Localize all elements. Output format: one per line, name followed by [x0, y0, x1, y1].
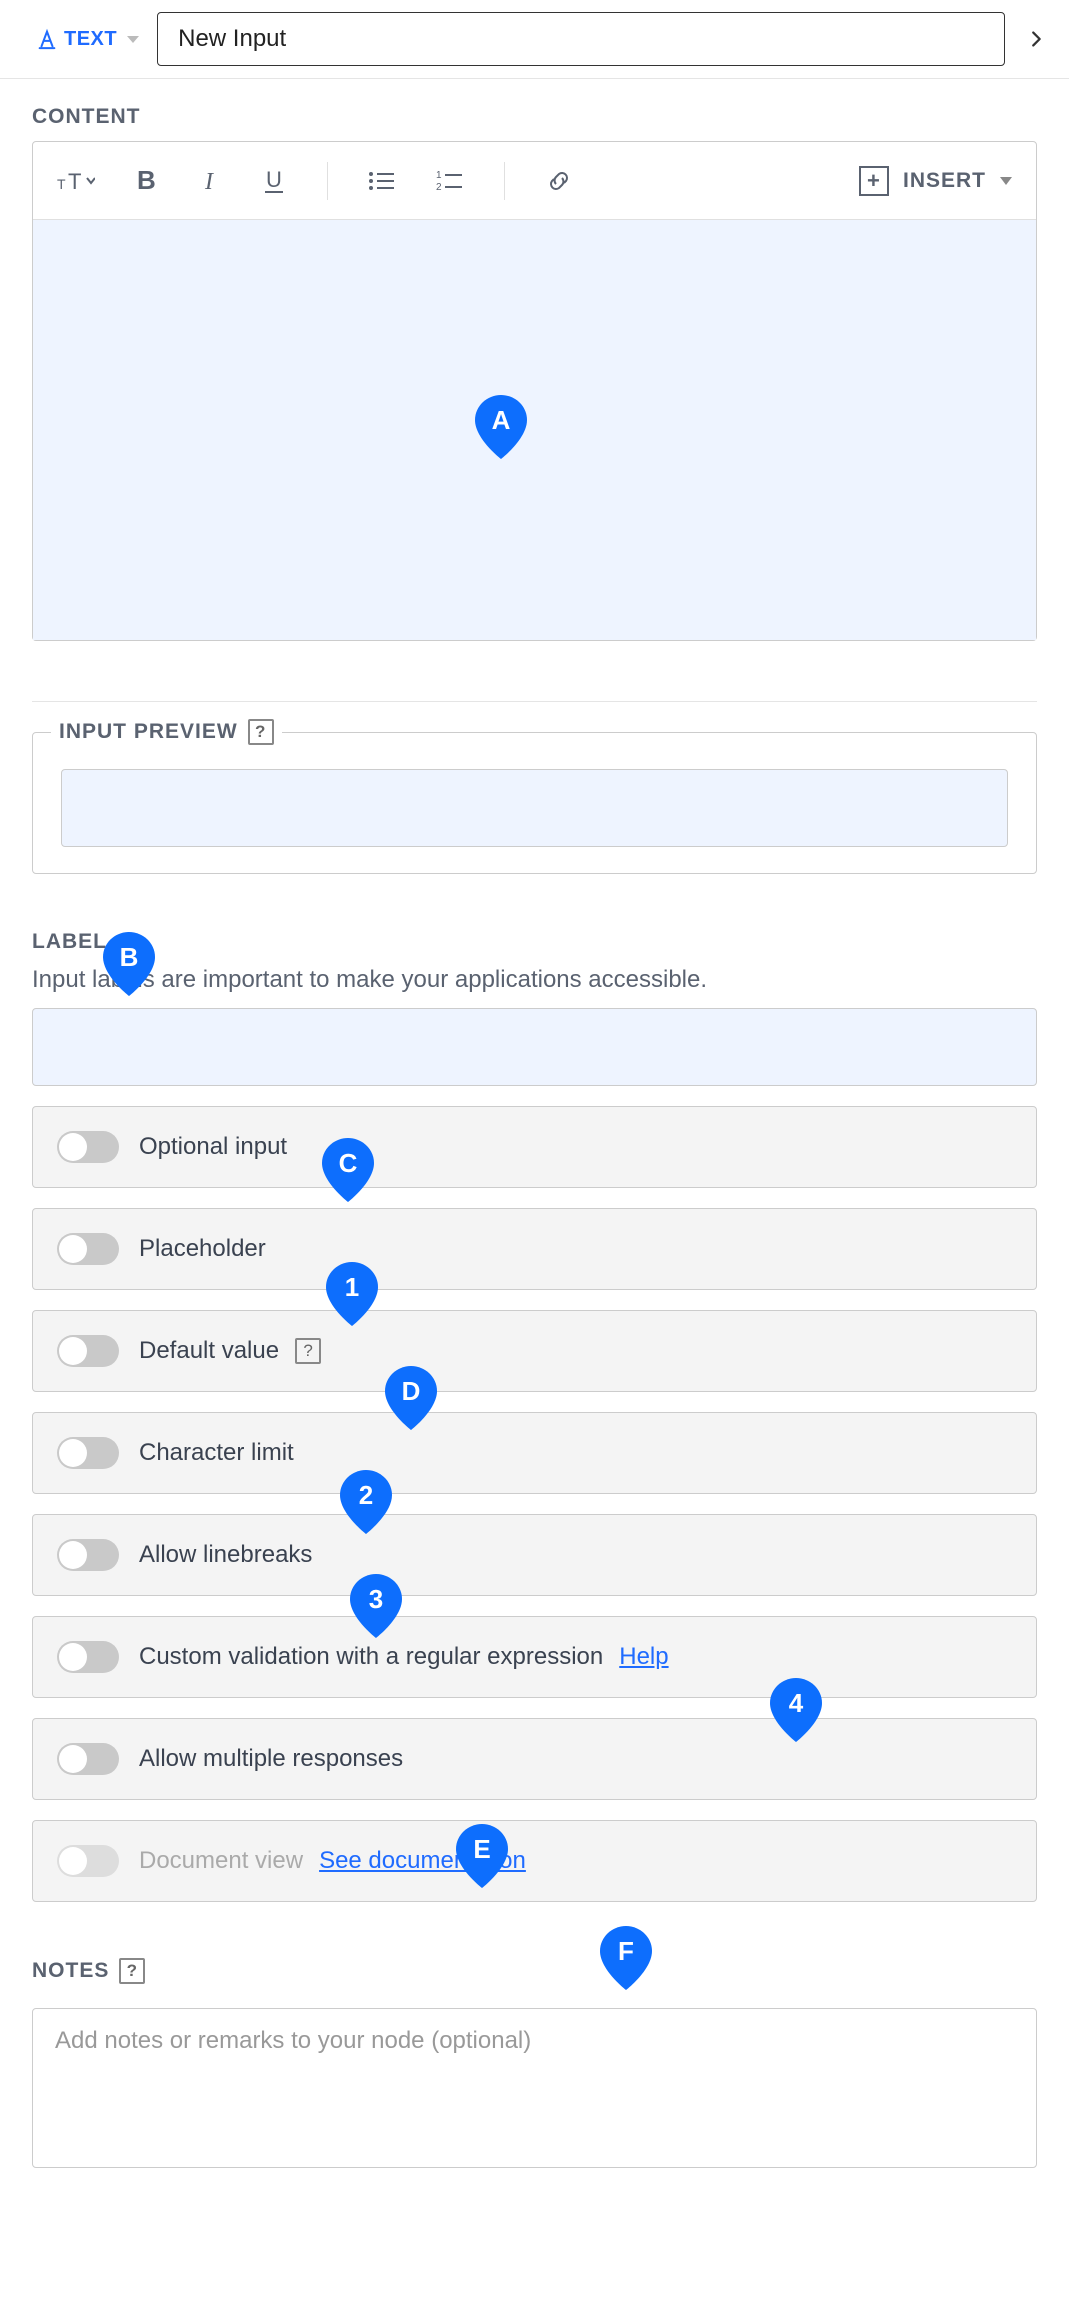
help-icon[interactable]: ? — [248, 719, 274, 745]
svg-text:2: 2 — [436, 182, 442, 193]
help-icon[interactable]: ? — [295, 1338, 321, 1364]
bullet-list-button[interactable] — [368, 169, 396, 193]
chevron-down-icon — [1000, 177, 1012, 185]
toggle-allow-linebreaks[interactable]: Allow linebreaks — [32, 1514, 1037, 1596]
toggle-custom-validation[interactable]: Custom validation with a regular express… — [32, 1616, 1037, 1698]
notes-section-label: NOTES ? — [32, 1958, 1037, 1984]
content-editor: TT B I U 12 + INSERT — [32, 141, 1037, 641]
toggle-placeholder[interactable]: Placeholder — [32, 1208, 1037, 1290]
link-button[interactable] — [545, 167, 573, 195]
toggle-default-value[interactable]: Default value? — [32, 1310, 1037, 1392]
toggle-optional-input[interactable]: Optional input — [32, 1106, 1037, 1188]
help-icon[interactable]: ? — [119, 1958, 145, 1984]
label-input[interactable] — [32, 1008, 1037, 1086]
input-preview-legend: INPUT PREVIEW ? — [51, 719, 282, 745]
toggle-character-limit[interactable]: Character limit — [32, 1412, 1037, 1494]
content-editor-body[interactable] — [33, 220, 1036, 640]
input-preview-box — [61, 769, 1008, 847]
ordered-list-button[interactable]: 12 — [436, 169, 464, 193]
italic-button[interactable]: I — [199, 167, 223, 195]
svg-text:T: T — [68, 169, 81, 194]
underline-button[interactable]: U — [263, 167, 287, 195]
section-divider — [32, 701, 1037, 702]
header-bar: TEXT — [0, 0, 1069, 79]
node-type-label: TEXT — [64, 28, 117, 51]
toolbar-divider — [327, 162, 328, 200]
svg-text:B: B — [137, 167, 156, 195]
toolbar-divider — [504, 162, 505, 200]
svg-text:U: U — [266, 167, 282, 192]
see-documentation-link[interactable]: See documentation — [319, 1847, 526, 1875]
node-title-input[interactable] — [157, 12, 1005, 66]
toggle-switch[interactable] — [57, 1233, 119, 1265]
svg-text:T: T — [57, 176, 66, 192]
toggle-switch[interactable] — [57, 1437, 119, 1469]
text-type-icon — [36, 28, 58, 50]
svg-text:1: 1 — [436, 170, 442, 181]
toggle-switch[interactable] — [57, 1641, 119, 1673]
bold-button[interactable]: B — [135, 167, 159, 195]
notes-textarea[interactable] — [32, 2008, 1037, 2168]
input-preview-fieldset: INPUT PREVIEW ? — [32, 732, 1037, 874]
chevron-down-icon — [127, 36, 139, 43]
content-section-label: CONTENT — [32, 105, 1037, 129]
label-section-heading: LABEL — [32, 930, 1037, 954]
plus-icon: + — [859, 166, 889, 196]
expand-panel-button[interactable] — [1023, 26, 1049, 52]
label-hint-text: Input labels are important to make your … — [32, 966, 1037, 994]
svg-text:I: I — [204, 169, 214, 195]
toggle-switch — [57, 1845, 119, 1877]
insert-label: INSERT — [903, 169, 986, 193]
toggle-document-view: Document view See documentation — [32, 1820, 1037, 1902]
insert-menu-button[interactable]: + INSERT — [859, 166, 1012, 196]
font-size-button[interactable]: TT — [57, 167, 95, 195]
toggle-switch[interactable] — [57, 1131, 119, 1163]
help-link[interactable]: Help — [619, 1643, 668, 1671]
node-type-selector[interactable]: TEXT — [36, 28, 139, 51]
toggle-switch[interactable] — [57, 1539, 119, 1571]
toggle-multiple-responses[interactable]: Allow multiple responses — [32, 1718, 1037, 1800]
editor-toolbar: TT B I U 12 + INSERT — [33, 142, 1036, 220]
toggle-switch[interactable] — [57, 1743, 119, 1775]
toggle-switch[interactable] — [57, 1335, 119, 1367]
